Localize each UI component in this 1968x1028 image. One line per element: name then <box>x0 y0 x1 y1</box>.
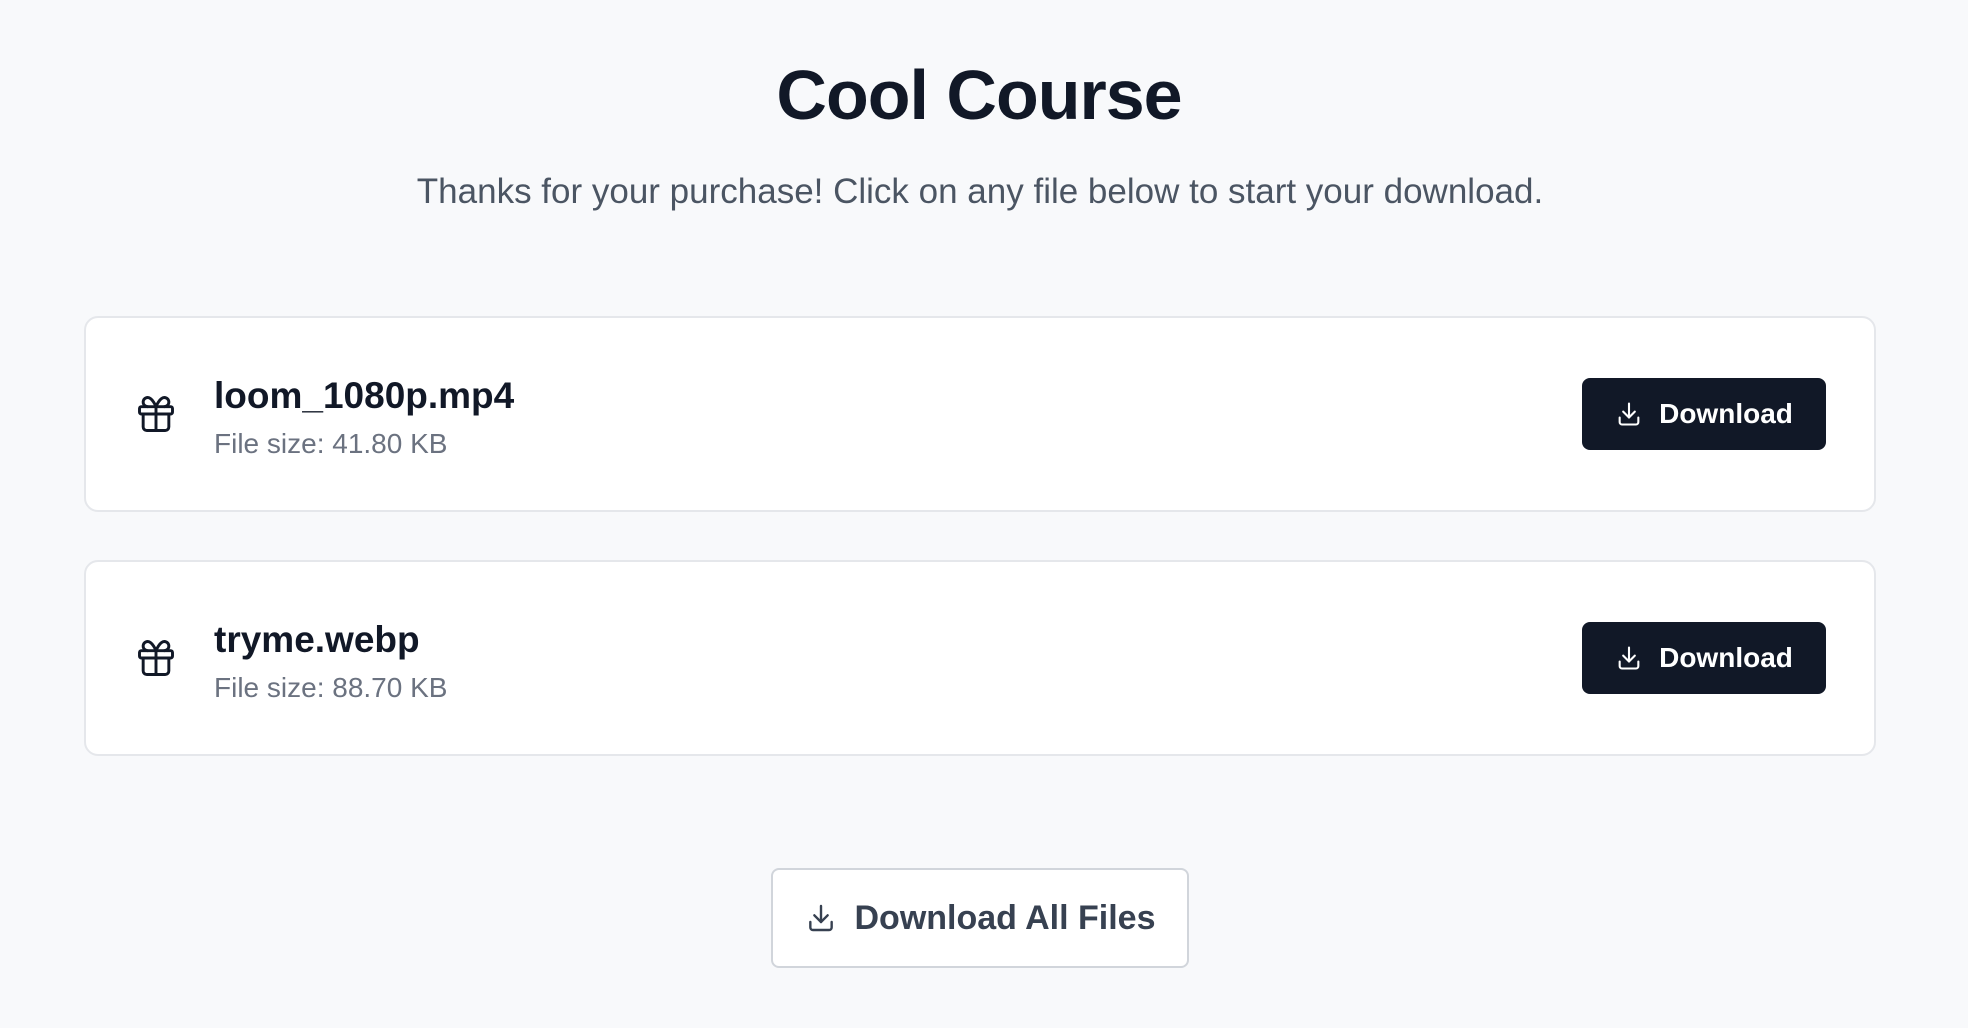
download-all-container: Download All Files <box>0 868 1960 968</box>
file-size: File size: 41.80 KB <box>214 428 448 459</box>
file-size: File size: 88.70 KB <box>214 672 448 703</box>
download-icon <box>805 902 837 934</box>
gift-icon <box>134 392 178 436</box>
download-page: Cool Course Thanks for your purchase! Cl… <box>0 0 1968 1028</box>
file-card: tryme.webp File size: 88.70 KB Download <box>84 560 1876 756</box>
file-name: tryme.webp <box>214 619 420 660</box>
download-button-label: Download <box>1659 642 1793 673</box>
download-all-label: Download All Files <box>854 898 1156 937</box>
download-icon <box>1615 644 1643 672</box>
file-list: loom_1080p.mp4 File size: 41.80 KB Downl… <box>84 316 1876 804</box>
download-icon <box>1615 400 1643 428</box>
file-name: loom_1080p.mp4 <box>214 375 515 416</box>
file-card: loom_1080p.mp4 File size: 41.80 KB Downl… <box>84 316 1876 512</box>
gift-icon <box>134 636 178 680</box>
download-button-label: Download <box>1659 398 1793 429</box>
page-title: Cool Course <box>776 56 1182 134</box>
download-all-button[interactable]: Download All Files <box>771 868 1189 968</box>
download-button[interactable]: Download <box>1582 378 1826 450</box>
page-subtitle: Thanks for your purchase! Click on any f… <box>416 172 1544 211</box>
download-button[interactable]: Download <box>1582 622 1826 694</box>
